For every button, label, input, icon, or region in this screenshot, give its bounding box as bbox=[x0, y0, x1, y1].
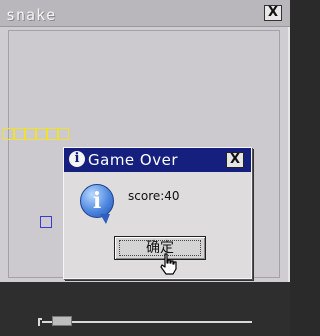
window-titlebar[interactable]: snake X bbox=[0, 0, 290, 27]
info-icon-tail bbox=[100, 214, 110, 224]
media-control-bar bbox=[0, 282, 290, 336]
snake-segment bbox=[3, 128, 14, 140]
seek-slider-track[interactable] bbox=[42, 321, 252, 323]
score-message: score:40 bbox=[128, 189, 180, 203]
info-icon: i bbox=[80, 184, 114, 218]
seek-slider-thumb[interactable] bbox=[52, 316, 72, 326]
window-close-button[interactable]: X bbox=[264, 5, 282, 21]
snake-segment bbox=[14, 128, 25, 140]
snake-segment bbox=[47, 128, 58, 140]
window-title: snake bbox=[6, 6, 57, 24]
dialog-close-button[interactable]: X bbox=[226, 152, 244, 168]
dialog-titlebar[interactable]: i Game Over X bbox=[64, 148, 251, 172]
hand-pointer-icon bbox=[160, 253, 177, 275]
snake-segment bbox=[25, 128, 36, 140]
snake-segment bbox=[36, 128, 47, 140]
info-icon: i bbox=[68, 150, 86, 168]
food-pellet bbox=[40, 216, 52, 228]
dialog-title: Game Over bbox=[88, 151, 179, 169]
snake-segment bbox=[58, 128, 69, 140]
